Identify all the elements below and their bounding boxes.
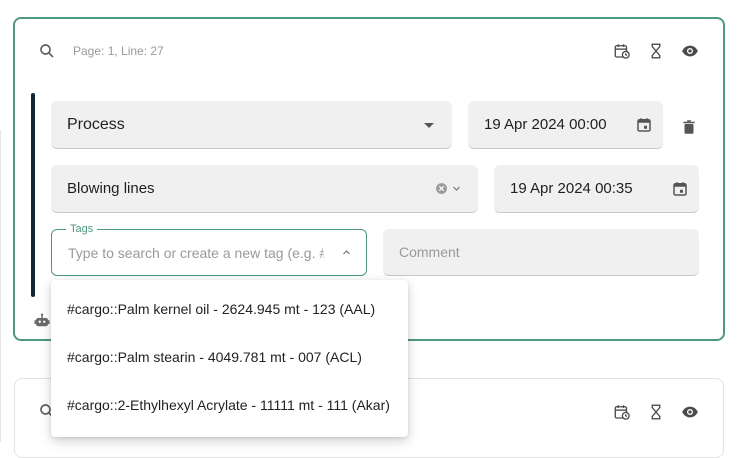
eye-icon[interactable] [679,401,701,423]
clear-icon[interactable] [434,178,448,200]
start-datetime-field[interactable]: 19 Apr 2024 00:00 [468,101,663,149]
tag-option[interactable]: #cargo::Palm kernel oil - 2624.945 mt - … [51,285,408,333]
chevron-up-icon[interactable] [340,242,352,264]
search-icon[interactable] [36,40,58,62]
calendar-icon[interactable] [633,114,655,136]
calendar-clock-icon[interactable] [611,40,633,62]
entry-accent-bar [31,93,35,297]
calendar-icon[interactable] [669,178,691,200]
end-datetime-field[interactable]: 19 Apr 2024 00:35 [494,165,699,213]
hourglass-icon[interactable] [645,401,667,423]
start-datetime-value: 19 Apr 2024 00:00 [484,116,607,133]
end-datetime-value: 19 Apr 2024 00:35 [510,180,633,197]
subactivity-select[interactable]: Blowing lines [51,165,478,213]
tag-option[interactable]: #cargo::Palm stearin - 4049.781 mt - 007… [51,333,408,381]
left-panel-edge [0,130,1,442]
tags-field[interactable] [51,229,367,276]
tag-options-dropdown: #cargo::Palm kernel oil - 2624.945 mt - … [51,280,408,437]
activity-select[interactable]: Process [51,101,452,149]
subactivity-select-value: Blowing lines [67,180,155,197]
comment-field[interactable] [383,229,699,276]
robot-icon[interactable] [31,310,53,332]
caret-down-icon [422,114,436,136]
tag-option[interactable]: #cargo::2-Ethylhexyl Acrylate - 11111 mt… [51,381,408,429]
calendar-clock-icon[interactable] [611,401,633,423]
delete-icon[interactable] [678,116,700,138]
chevron-down-icon[interactable] [450,178,462,200]
eye-icon[interactable] [679,40,701,62]
tags-label: Tags [66,222,98,236]
comment-input[interactable] [399,244,683,260]
activity-select-value: Process [67,115,125,133]
hourglass-icon[interactable] [645,40,667,62]
tags-input[interactable] [68,244,324,261]
location-hint: Page: 1, Line: 27 [73,44,164,58]
